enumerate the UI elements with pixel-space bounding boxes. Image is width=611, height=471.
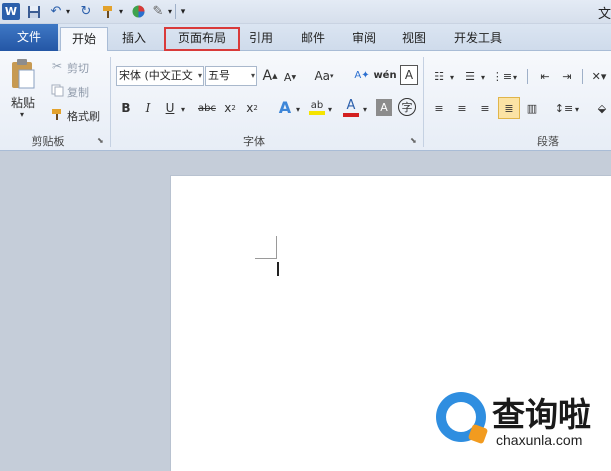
paragraph-group-label: 段落 xyxy=(537,135,559,148)
subscript-icon[interactable]: x2 xyxy=(222,99,238,117)
text-effects-icon[interactable]: A xyxy=(276,97,294,117)
character-shading-icon[interactable]: A xyxy=(376,99,392,116)
text-effects-dropdown-icon[interactable]: ▾ xyxy=(294,101,302,117)
copy-icon[interactable] xyxy=(50,83,64,97)
highlight-dropdown-icon[interactable]: ▾ xyxy=(326,101,334,117)
align-center-icon[interactable]: ≡ xyxy=(454,99,470,117)
change-case-icon[interactable]: Aa ▾ xyxy=(313,67,335,85)
tab-view[interactable]: 视图 xyxy=(396,27,432,51)
copy-label[interactable]: 复制 xyxy=(67,84,89,100)
group-separator xyxy=(423,57,424,147)
cut-label[interactable]: 剪切 xyxy=(67,60,89,76)
qat-separator xyxy=(175,4,176,19)
save-icon[interactable] xyxy=(26,3,42,20)
character-border-icon[interactable]: A xyxy=(400,65,418,85)
font-size-combo[interactable]: 五号 ▾ xyxy=(205,66,257,86)
font-name-dropdown-icon[interactable]: ▾ xyxy=(198,67,202,85)
tab-page-layout[interactable]: 页面布局 xyxy=(164,27,240,51)
underline-dropdown-icon[interactable]: ▾ xyxy=(178,101,188,117)
window-title-fragment: 文 xyxy=(597,7,611,22)
shading-icon[interactable]: ⬙ xyxy=(594,99,610,117)
font-group-label: 字体 xyxy=(243,135,265,148)
draw-dropdown-icon[interactable]: ▾ xyxy=(166,3,174,20)
font-size-value: 五号 xyxy=(208,69,230,82)
cut-icon[interactable]: ✂ xyxy=(50,59,64,73)
paste-dropdown-icon[interactable]: ▾ xyxy=(20,110,24,119)
watermark-url: chaxunla.com xyxy=(496,432,583,448)
ribbon-home: 粘贴 ▾ ✂ 剪切 复制 格式刷 剪贴板 ⬊ 宋体 (中文正文 ▾ 五号 ▾ A… xyxy=(0,51,611,151)
tab-home[interactable]: 开始 xyxy=(60,27,108,52)
tab-review[interactable]: 审阅 xyxy=(346,27,382,51)
draw-icon[interactable]: ✎ xyxy=(150,3,166,20)
font-name-combo[interactable]: 宋体 (中文正文 ▾ xyxy=(116,66,204,86)
watermark: 查询啦 chaxunla.com xyxy=(434,388,611,471)
clear-formatting-icon[interactable]: A✦ xyxy=(353,65,371,85)
line-spacing-dropdown-icon[interactable]: ▾ xyxy=(573,101,581,117)
word-app-icon[interactable]: W xyxy=(2,3,20,20)
strikethrough-icon[interactable]: abc xyxy=(196,99,218,117)
color-wheel-icon[interactable] xyxy=(130,3,146,20)
ribbon-separator xyxy=(527,69,528,84)
decrease-indent-icon[interactable]: ⇤ xyxy=(537,67,553,85)
bold-icon[interactable]: B xyxy=(118,99,134,117)
line-spacing-icon[interactable]: ↕≡ xyxy=(555,99,573,117)
increase-indent-icon[interactable]: ⇥ xyxy=(559,67,575,85)
watermark-logo-icon xyxy=(436,392,489,445)
distributed-icon[interactable]: ▥ xyxy=(524,99,540,117)
font-name-value: 宋体 (中文正文 xyxy=(119,69,193,82)
asian-layout-icon[interactable]: ✕▾ xyxy=(590,67,608,85)
ribbon-tabs: 文件 开始 插入 页面布局 引用 邮件 审阅 视图 开发工具 xyxy=(0,24,611,52)
justify-icon[interactable]: ≣ xyxy=(498,97,520,119)
customize-qat-icon[interactable]: ▾ xyxy=(178,3,188,20)
superscript-icon[interactable]: x2 xyxy=(244,99,260,117)
clipboard-launcher-icon[interactable]: ⬊ xyxy=(97,136,104,145)
multilevel-list-icon[interactable]: ⋮≡ xyxy=(492,67,512,85)
undo-dropdown-icon[interactable]: ▾ xyxy=(64,3,72,20)
paste-label[interactable]: 粘贴 xyxy=(11,94,35,111)
phonetic-guide-icon[interactable]: wén xyxy=(373,65,396,85)
clipboard-group-label: 剪贴板 xyxy=(31,135,65,148)
numbering-icon[interactable]: ☰ xyxy=(462,67,478,85)
redo-icon[interactable]: ↻ xyxy=(78,3,94,20)
italic-icon[interactable]: I xyxy=(140,99,156,117)
tab-mailings[interactable]: 邮件 xyxy=(295,27,331,51)
ribbon-separator xyxy=(582,69,583,84)
font-size-dropdown-icon[interactable]: ▾ xyxy=(251,67,255,85)
bullets-icon[interactable]: ☷ xyxy=(431,67,447,85)
font-color-icon[interactable]: A xyxy=(342,97,360,117)
underline-icon[interactable]: U xyxy=(162,99,178,117)
multilevel-dropdown-icon[interactable]: ▾ xyxy=(511,69,519,85)
format-painter-qat-icon[interactable] xyxy=(100,3,116,20)
watermark-name: 查询啦 xyxy=(492,395,591,434)
grow-font-icon[interactable]: A ▲ xyxy=(262,66,278,86)
text-cursor xyxy=(277,262,279,276)
quick-access-toolbar: W ↶ ▾ ↻ ▾ ✎ ▾ ▾ 文 xyxy=(0,0,611,24)
qat-dropdown-icon[interactable]: ▾ xyxy=(117,3,125,20)
paste-icon[interactable] xyxy=(8,57,38,91)
align-left-icon[interactable]: ≡ xyxy=(431,99,447,117)
enclose-characters-icon[interactable]: 字 xyxy=(398,98,416,116)
numbering-dropdown-icon[interactable]: ▾ xyxy=(479,69,487,85)
shrink-font-icon[interactable]: A ▼ xyxy=(282,68,298,86)
tab-insert[interactable]: 插入 xyxy=(112,27,156,51)
format-painter-icon[interactable] xyxy=(50,107,64,121)
tab-developer[interactable]: 开发工具 xyxy=(447,27,509,51)
format-painter-label[interactable]: 格式刷 xyxy=(67,108,100,124)
bullets-dropdown-icon[interactable]: ▾ xyxy=(448,69,456,85)
margin-marker-horizontal xyxy=(255,258,277,259)
font-launcher-icon[interactable]: ⬊ xyxy=(410,136,417,145)
undo-icon[interactable]: ↶ xyxy=(48,3,64,20)
align-right-icon[interactable]: ≡ xyxy=(477,99,493,117)
group-separator xyxy=(110,57,111,147)
margin-marker-vertical xyxy=(276,236,277,258)
font-color-dropdown-icon[interactable]: ▾ xyxy=(361,101,369,117)
tab-references[interactable]: 引用 xyxy=(244,27,278,51)
highlight-color-icon[interactable]: ab xyxy=(308,97,326,117)
tab-file[interactable]: 文件 xyxy=(0,24,58,51)
